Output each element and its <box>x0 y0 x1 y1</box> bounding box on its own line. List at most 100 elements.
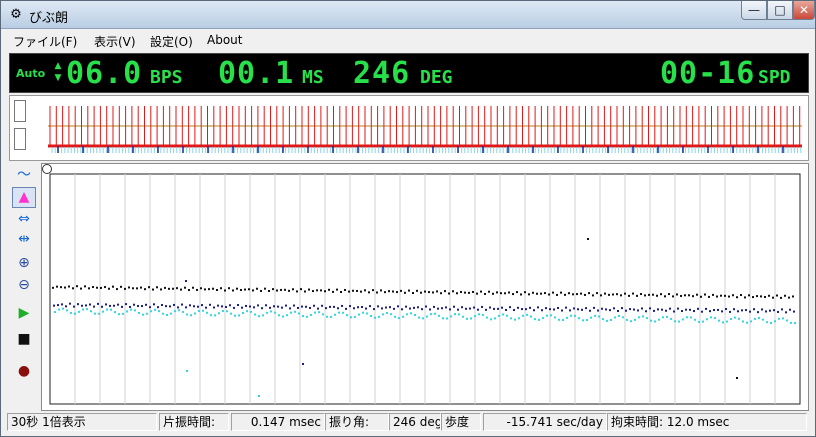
zoom-out-icon[interactable]: ⊖ <box>12 275 36 296</box>
scatter-point-black <box>116 288 118 291</box>
scatter-point-navy <box>189 304 191 307</box>
scatter-point-navy <box>493 307 495 310</box>
scatter-point-black <box>652 293 654 296</box>
scatter-point-navy <box>237 304 239 307</box>
play-icon[interactable]: ▶ <box>12 303 36 324</box>
scatter-point-navy <box>417 306 419 309</box>
scatter-point-cyan <box>118 313 120 316</box>
scatter-point-black <box>696 293 698 296</box>
status-lock-time: 拘束時間: 12.0 msec <box>607 413 807 431</box>
scatter-point-black <box>196 288 198 291</box>
scatter-point-black <box>604 292 606 295</box>
scatter-point-navy <box>729 310 731 313</box>
scatter-point-black <box>340 291 342 294</box>
scatter-point-black <box>320 289 322 292</box>
scatter-point-cyan <box>482 313 484 316</box>
scatter-point-navy <box>529 306 531 309</box>
scatter-point-cyan <box>418 316 420 319</box>
scatter-point-navy <box>741 309 743 312</box>
title-bar[interactable]: ⚙ びぶ朗 — □ ✕ <box>1 1 815 29</box>
scatter-point-navy <box>637 309 639 312</box>
scatter-point-black <box>792 295 794 298</box>
scatter-point-navy <box>125 303 127 306</box>
ms-value: 00.1 <box>218 56 295 91</box>
scatter-point-black <box>408 289 410 292</box>
scatter-point-navy <box>561 309 563 312</box>
plot-reset-circle-button[interactable] <box>42 164 52 174</box>
shrink-horizontal-icon[interactable]: ⇹ <box>12 229 36 250</box>
scatter-point-cyan <box>442 317 444 320</box>
scatter-point-navy <box>613 307 615 310</box>
scatter-point-black <box>132 287 134 290</box>
scatter-point-cyan <box>278 314 280 317</box>
scatter-point-cyan <box>414 314 416 317</box>
scatter-point-navy <box>717 308 719 311</box>
scatter-point-black <box>324 290 326 293</box>
scatter-point-cyan <box>754 317 756 320</box>
scatter-point-black <box>416 289 418 292</box>
channel-selector-upper[interactable] <box>14 100 26 122</box>
scatter-point-black <box>724 294 726 297</box>
scatter-point-black <box>392 290 394 293</box>
scatter-point-navy <box>505 308 507 311</box>
close-button[interactable]: ✕ <box>793 1 815 20</box>
scatter-point-navy <box>513 309 515 312</box>
scatter-point-navy <box>337 307 339 310</box>
scatter-point-cyan <box>294 310 296 313</box>
zoom-in-icon[interactable]: ⊕ <box>12 253 36 274</box>
scatter-point-navy <box>669 307 671 310</box>
bps-adjust-arrows[interactable]: ▲ ▼ <box>53 60 63 84</box>
scatter-point-navy <box>565 306 567 309</box>
scatter-point-navy <box>693 310 695 313</box>
scatter-point-navy <box>525 308 527 311</box>
menu-file[interactable]: ファイル(F) <box>13 33 77 50</box>
scatter-point-black <box>356 289 358 292</box>
scatter-point-black <box>588 292 590 295</box>
record-icon[interactable]: ● <box>12 361 36 382</box>
scatter-point-black <box>372 289 374 292</box>
auto-indicator[interactable]: Auto <box>16 67 45 80</box>
scatter-point-cyan <box>474 315 476 318</box>
minimize-button[interactable]: — <box>741 1 767 20</box>
histogram-tool-icon[interactable]: ▲ <box>12 187 36 208</box>
scatter-point-black <box>180 288 182 291</box>
scatter-point-cyan <box>74 312 76 315</box>
scatter-point-black <box>256 287 258 290</box>
scatter-point-cyan <box>86 308 88 311</box>
scatter-point-black <box>440 292 442 295</box>
expand-horizontal-icon[interactable]: ⇔ <box>12 209 36 230</box>
scatter-point-black <box>476 292 478 295</box>
status-rate-label: 歩度 <box>441 413 481 431</box>
scatter-point-navy <box>773 309 775 312</box>
maximize-button[interactable]: □ <box>767 1 793 20</box>
scatter-point-navy <box>457 308 459 311</box>
scatter-point-black <box>508 291 510 294</box>
scatter-point-navy <box>117 303 119 306</box>
menu-view[interactable]: 表示(V) <box>94 33 136 50</box>
scatter-point-black <box>120 285 122 288</box>
scatter-point-black <box>204 288 206 291</box>
channel-selector-lower[interactable] <box>14 128 26 150</box>
scatter-point-cyan <box>282 315 284 318</box>
scatter-point-navy <box>649 307 651 310</box>
scatter-point-cyan <box>338 311 340 314</box>
scatter-point-navy <box>297 306 299 309</box>
scatter-outlier <box>587 238 589 240</box>
scatter-point-navy <box>609 309 611 312</box>
scatter-point-cyan <box>202 309 204 312</box>
stop-icon[interactable]: ■ <box>12 329 36 350</box>
scatter-point-black <box>100 286 102 289</box>
scatter-point-black <box>460 290 462 293</box>
scatter-point-cyan <box>310 313 312 316</box>
wave-tool-icon[interactable]: 〜 <box>12 165 36 186</box>
menu-about[interactable]: About <box>207 33 242 47</box>
scatter-point-cyan <box>182 310 184 313</box>
scatter-point-black <box>660 293 662 296</box>
scatter-point-navy <box>293 304 295 307</box>
menu-settings[interactable]: 設定(O) <box>150 33 193 50</box>
scatter-point-navy <box>277 305 279 308</box>
scatter-point-cyan <box>326 315 328 318</box>
scatter-point-cyan <box>138 311 140 314</box>
scatter-point-navy <box>325 307 327 310</box>
scatter-point-navy <box>209 303 211 306</box>
